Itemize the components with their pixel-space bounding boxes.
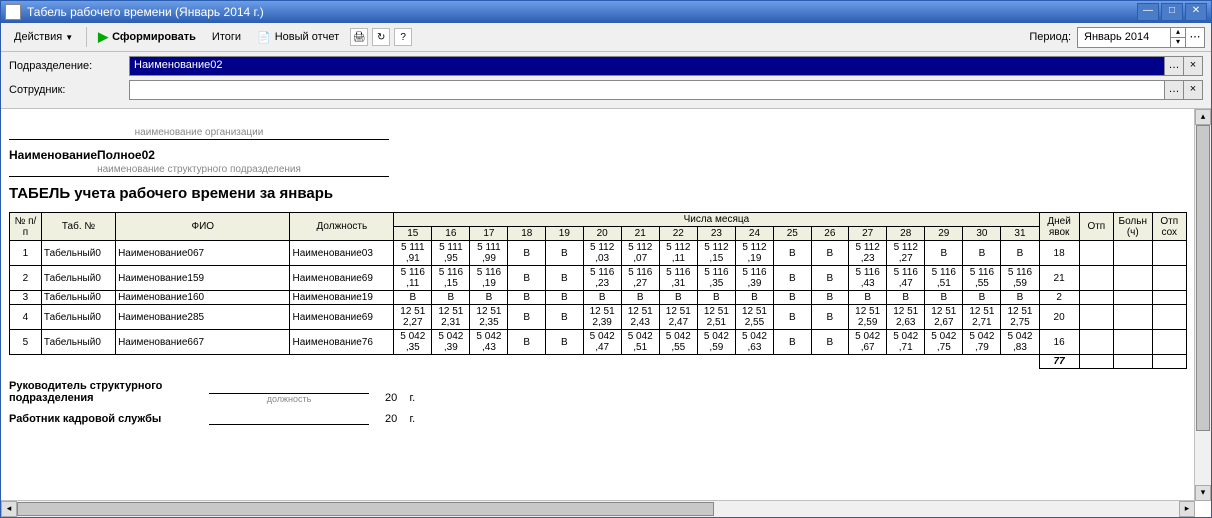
sign1-line — [209, 379, 369, 394]
window-title: Табель рабочего времени (Январь 2014 г.) — [27, 5, 264, 19]
new-report-button[interactable]: 📄Новый отчет — [250, 28, 346, 47]
dept-label-caption: наименование структурного подразделения — [9, 164, 389, 177]
actions-menu[interactable]: Действия▼ — [7, 28, 80, 46]
sign1-caption: должность — [209, 394, 369, 404]
app-window: Табель рабочего времени (Январь 2014 г.)… — [0, 0, 1212, 518]
report-area: наименование организации НаименованиеПол… — [1, 109, 1211, 517]
signatures: Руководитель структурного подразделения … — [9, 379, 1187, 425]
vertical-scrollbar[interactable]: ▴ ▾ — [1194, 109, 1211, 501]
sign2-label: Работник кадровой службы — [9, 413, 209, 425]
period-down[interactable]: ▾ — [1170, 37, 1185, 47]
document-icon: 📄 — [257, 31, 271, 44]
minimize-button[interactable]: — — [1137, 3, 1159, 21]
report-content: наименование организации НаименованиеПол… — [1, 109, 1195, 501]
h-thumb[interactable] — [17, 502, 714, 516]
app-icon — [5, 4, 21, 20]
form-button[interactable]: ▶Сформировать — [91, 26, 203, 48]
table-row[interactable]: 4Табельный0Наименование285Наименование69… — [10, 305, 1187, 330]
dept-label: Подразделение: — [9, 60, 129, 72]
timesheet-table: № п/пТаб. №ФИОДолжностьЧисла месяцаДней … — [9, 212, 1187, 369]
help-icon[interactable]: ? — [394, 28, 412, 46]
emp-label: Сотрудник: — [9, 84, 129, 96]
dept-clear-button[interactable]: × — [1183, 57, 1202, 75]
v-thumb[interactable] — [1196, 125, 1210, 431]
toolbar: Действия▼ ▶Сформировать Итоги 📄Новый отч… — [1, 23, 1211, 52]
emp-input[interactable]: … × — [129, 80, 1203, 100]
sign1-label: Руководитель структурного подразделения — [9, 380, 209, 404]
title-bar: Табель рабочего времени (Январь 2014 г.)… — [1, 1, 1211, 23]
period-picker-button[interactable]: ⋯ — [1185, 28, 1204, 47]
maximize-button[interactable]: □ — [1161, 3, 1183, 21]
dept-input[interactable]: Наименование02 … × — [129, 56, 1203, 76]
period-label: Период: — [1029, 31, 1071, 43]
table-row[interactable]: 3Табельный0Наименование160Наименование19… — [10, 291, 1187, 305]
play-icon: ▶ — [98, 29, 108, 45]
period-selector[interactable]: Январь 2014 ▴ ▾ ⋯ — [1077, 27, 1205, 48]
horizontal-scrollbar[interactable]: ◂ ▸ — [1, 500, 1195, 517]
scroll-up-button[interactable]: ▴ — [1195, 109, 1211, 125]
org-label: наименование организации — [9, 127, 389, 140]
table-total-row: 77 — [10, 355, 1187, 369]
emp-field[interactable] — [130, 81, 1164, 99]
report-title: ТАБЕЛЬ учета рабочего времени за январь — [9, 185, 1187, 202]
v-track[interactable] — [1195, 125, 1211, 485]
h-track[interactable] — [17, 501, 1179, 517]
sign2-line — [209, 410, 369, 425]
org-name: НаименованиеПолное02 — [9, 148, 1187, 162]
period-up[interactable]: ▴ — [1170, 28, 1185, 37]
print-icon[interactable]: 🖨 — [350, 28, 368, 46]
emp-clear-button[interactable]: × — [1183, 81, 1202, 99]
refresh-icon[interactable]: ↻ — [372, 28, 390, 46]
scroll-left-button[interactable]: ◂ — [1, 501, 17, 517]
scroll-down-button[interactable]: ▾ — [1195, 485, 1211, 501]
period-value: Январь 2014 — [1078, 29, 1170, 45]
emp-select-button[interactable]: … — [1164, 81, 1183, 99]
separator — [86, 27, 87, 47]
table-row[interactable]: 5Табельный0Наименование667Наименование76… — [10, 330, 1187, 355]
table-row[interactable]: 2Табельный0Наименование159Наименование69… — [10, 266, 1187, 291]
table-row[interactable]: 1Табельный0Наименование067Наименование03… — [10, 241, 1187, 266]
scroll-right-button[interactable]: ▸ — [1179, 501, 1195, 517]
totals-button[interactable]: Итоги — [205, 28, 248, 46]
chevron-down-icon: ▼ — [65, 33, 73, 42]
close-button[interactable]: ✕ — [1185, 3, 1207, 21]
dept-select-button[interactable]: … — [1164, 57, 1183, 75]
filter-panel: Подразделение: Наименование02 … × Сотруд… — [1, 52, 1211, 109]
